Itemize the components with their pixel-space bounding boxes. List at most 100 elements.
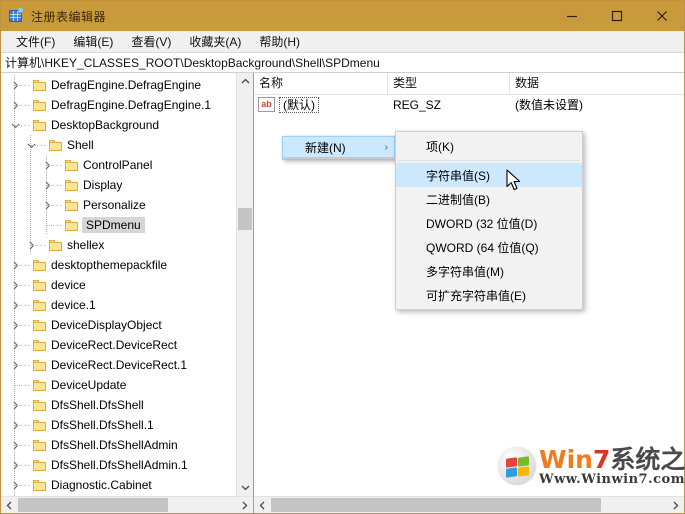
folder-icon — [31, 335, 47, 355]
windows-logo-icon — [498, 447, 536, 485]
submenu-item-0[interactable]: 项(K) — [396, 134, 582, 158]
tree-item-desktopthemepackfile[interactable]: ·· desktopthemepackfile — [1, 255, 236, 275]
close-button[interactable] — [639, 1, 684, 31]
folder-icon — [63, 215, 79, 235]
submenu-item-4[interactable]: QWORD (64 位值(Q) — [396, 235, 582, 259]
title-bar[interactable]: 注册表编辑器 — [1, 1, 684, 31]
tree-connector-dots: ·· — [23, 79, 31, 91]
column-header-data[interactable]: 数据 — [510, 73, 684, 94]
tree-item-label: DefragEngine.DefragEngine — [51, 78, 202, 92]
folder-icon — [31, 255, 47, 275]
registry-path-text: 计算机\HKEY_CLASSES_ROOT\DesktopBackground\… — [5, 56, 380, 70]
registry-key-tree[interactable]: ·· DefragEngine.DefragEngine ·· DefragEngin… — [1, 73, 236, 496]
tree-item-label: device — [51, 278, 86, 292]
tree-scroll-left-icon[interactable] — [1, 497, 18, 513]
value-data-cell: (数值未设置) — [515, 98, 583, 112]
column-header-type[interactable]: 类型 — [388, 73, 510, 94]
menu-file[interactable]: 文件(F) — [7, 32, 64, 52]
folder-icon — [31, 355, 47, 375]
values-hscroll-thumb[interactable] — [271, 498, 601, 512]
tree-vertical-scrollbar[interactable] — [236, 73, 253, 496]
submenu-item-5[interactable]: 多字符串值(M) — [396, 259, 582, 283]
tree-item-label: device.1 — [51, 298, 96, 312]
tree-hscroll-thumb[interactable] — [18, 498, 168, 512]
submenu-item-label: 多字符串值(M) — [426, 264, 504, 279]
submenu-item-label: 字符串值(S) — [426, 168, 490, 183]
value-name-cell[interactable]: ab (默认) — [254, 96, 388, 113]
submenu-item-6[interactable]: 可扩充字符串值(E) — [396, 283, 582, 307]
tree-connector-dots: ·· — [23, 399, 31, 411]
menu-help[interactable]: 帮助(H) — [250, 32, 309, 52]
tree-item-label: DfsShell.DfsShellAdmin.1 — [51, 458, 188, 472]
folder-icon — [47, 235, 63, 255]
tree-item-dfsshell-dfsshell-1[interactable]: ·· DfsShell.DfsShell.1 — [1, 415, 236, 435]
submenu-item-2[interactable]: 二进制值(B) — [396, 187, 582, 211]
watermark-brand-win: Win — [539, 445, 593, 474]
folder-icon — [31, 75, 47, 95]
tree-item-devicerect-devicerect[interactable]: ·· DeviceRect.DeviceRect — [1, 335, 236, 355]
tree-item-label: DfsShell.DfsShell.1 — [51, 418, 154, 432]
tree-item-device[interactable]: ·· device — [1, 275, 236, 295]
tree-item-desktopbackground[interactable]: ·· DesktopBackground — [1, 115, 236, 135]
submenu-item-3[interactable]: DWORD (32 位值(D) — [396, 211, 582, 235]
menu-edit[interactable]: 编辑(E) — [64, 32, 122, 52]
watermark-brand: Win7系统之家 — [539, 447, 685, 473]
tree-connector-dots: ·· — [23, 259, 31, 271]
tree-item-label: desktopthemepackfile — [51, 258, 168, 272]
tree-item-devicedisplayobject[interactable]: ·· DeviceDisplayObject — [1, 315, 236, 335]
tree-item-dfsshell-dfsshell[interactable]: ·· DfsShell.DfsShell — [1, 395, 236, 415]
table-row[interactable]: ab (默认) REG_SZ (数值未设置) — [254, 95, 684, 114]
folder-icon — [31, 415, 47, 435]
tree-scroll-right-icon[interactable] — [236, 497, 253, 513]
tree-item-device-1[interactable]: ·· device.1 — [1, 295, 236, 315]
values-scroll-right-icon[interactable] — [667, 497, 684, 513]
tree-item-dfsshell-dfsshelladmin-1[interactable]: ·· DfsShell.DfsShellAdmin.1 — [1, 455, 236, 475]
tree-item-label: DeviceUpdate — [51, 378, 127, 392]
tree-item-label: DesktopBackground — [51, 118, 160, 132]
tree-item-display[interactable]: ·· Display — [1, 175, 236, 195]
tree-item-spdmenu[interactable]: ·· SPDmenu — [1, 215, 236, 235]
submenu-item-label: 项(K) — [426, 139, 454, 154]
tree-scroll-up-icon[interactable] — [237, 73, 253, 90]
context-menu-item-new[interactable]: 新建(N) › — [282, 136, 395, 158]
tree-item-shell[interactable]: ·· Shell — [1, 135, 236, 155]
values-hscroll-track[interactable] — [271, 497, 667, 513]
tree-scroll-track[interactable] — [237, 90, 253, 479]
values-horizontal-scrollbar[interactable] — [254, 496, 684, 513]
new-submenu[interactable]: 项(K) 字符串值(S) 二进制值(B) DWORD (32 位值(D) QWORD (… — [395, 131, 583, 310]
tree-item-label: Diagnostic.Cabinet — [51, 478, 152, 492]
tree-item-diagnostic-cabinet[interactable]: ·· Diagnostic.Cabinet — [1, 475, 236, 495]
tree-connector-dots: ·· — [55, 219, 63, 231]
tree-item-controlpanel[interactable]: ·· ControlPanel — [1, 155, 236, 175]
tree-item-defragengine-defragengine[interactable]: ·· DefragEngine.DefragEngine — [1, 75, 236, 95]
tree-item-personalize[interactable]: ·· Personalize — [1, 195, 236, 215]
tree-item-defragengine-defragengine-1[interactable]: ·· DefragEngine.DefragEngine.1 — [1, 95, 236, 115]
tree-hscroll-track[interactable] — [18, 497, 236, 513]
folder-icon — [31, 295, 47, 315]
maximize-button[interactable] — [594, 1, 639, 31]
tree-item-label: Personalize — [83, 198, 146, 212]
tree-connector-dots: ·· — [55, 179, 63, 191]
submenu-item-1[interactable]: 字符串值(S) — [396, 163, 582, 187]
menu-view[interactable]: 查看(V) — [122, 32, 180, 52]
tree-scroll-down-icon[interactable] — [237, 479, 253, 496]
tree-item-dfsshell-dfsshelladmin[interactable]: ·· DfsShell.DfsShellAdmin — [1, 435, 236, 455]
folder-icon — [63, 155, 79, 175]
tree-connector-dots: ·· — [23, 279, 31, 291]
values-scroll-left-icon[interactable] — [254, 497, 271, 513]
address-bar[interactable]: 计算机\HKEY_CLASSES_ROOT\DesktopBackground\… — [1, 52, 684, 73]
tree-horizontal-scrollbar[interactable] — [1, 496, 253, 513]
tree-item-shellex[interactable]: ·· shellex — [1, 235, 236, 255]
folder-icon — [31, 475, 47, 495]
window-title: 注册表编辑器 — [31, 9, 107, 24]
tree-item-devicerect-devicerect-1[interactable]: ·· DeviceRect.DeviceRect.1 — [1, 355, 236, 375]
tree-item-deviceupdate[interactable]: ·· DeviceUpdate — [1, 375, 236, 395]
value-type-cell: REG_SZ — [393, 97, 442, 112]
tree-item-label: DfsShell.DfsShellAdmin — [51, 438, 178, 452]
minimize-button[interactable] — [549, 1, 594, 31]
column-header-name[interactable]: 名称 — [254, 73, 388, 94]
chevron-right-icon: › — [384, 141, 388, 153]
tree-scroll-thumb[interactable] — [238, 208, 252, 230]
folder-icon — [31, 275, 47, 295]
menu-favorites[interactable]: 收藏夹(A) — [180, 32, 250, 52]
